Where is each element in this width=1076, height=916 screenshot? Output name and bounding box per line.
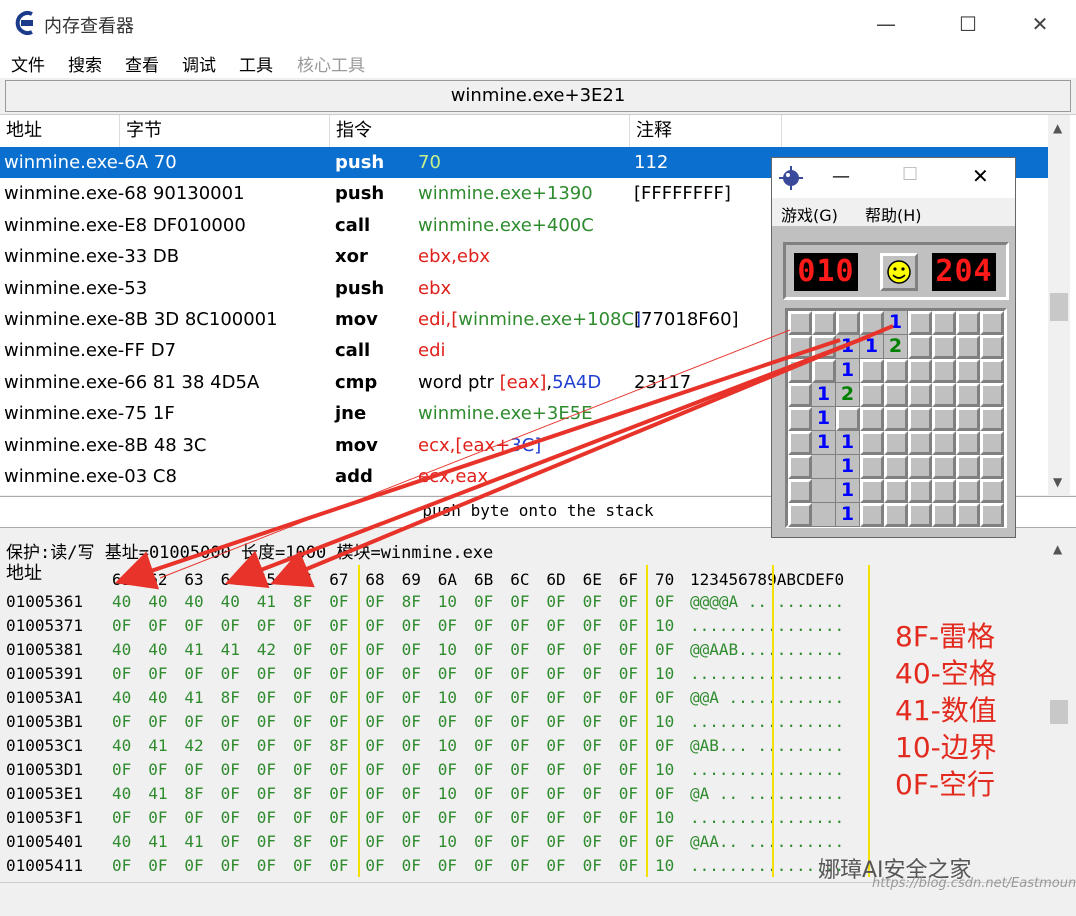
arrow-1 <box>114 338 841 590</box>
arrow-3 <box>270 324 894 588</box>
annotation-arrows <box>114 324 894 590</box>
watermark-url: https://blog.csdn.net/Eastmount <box>872 876 1076 891</box>
arrow-thin <box>159 329 791 579</box>
arrow-2 <box>225 334 871 589</box>
